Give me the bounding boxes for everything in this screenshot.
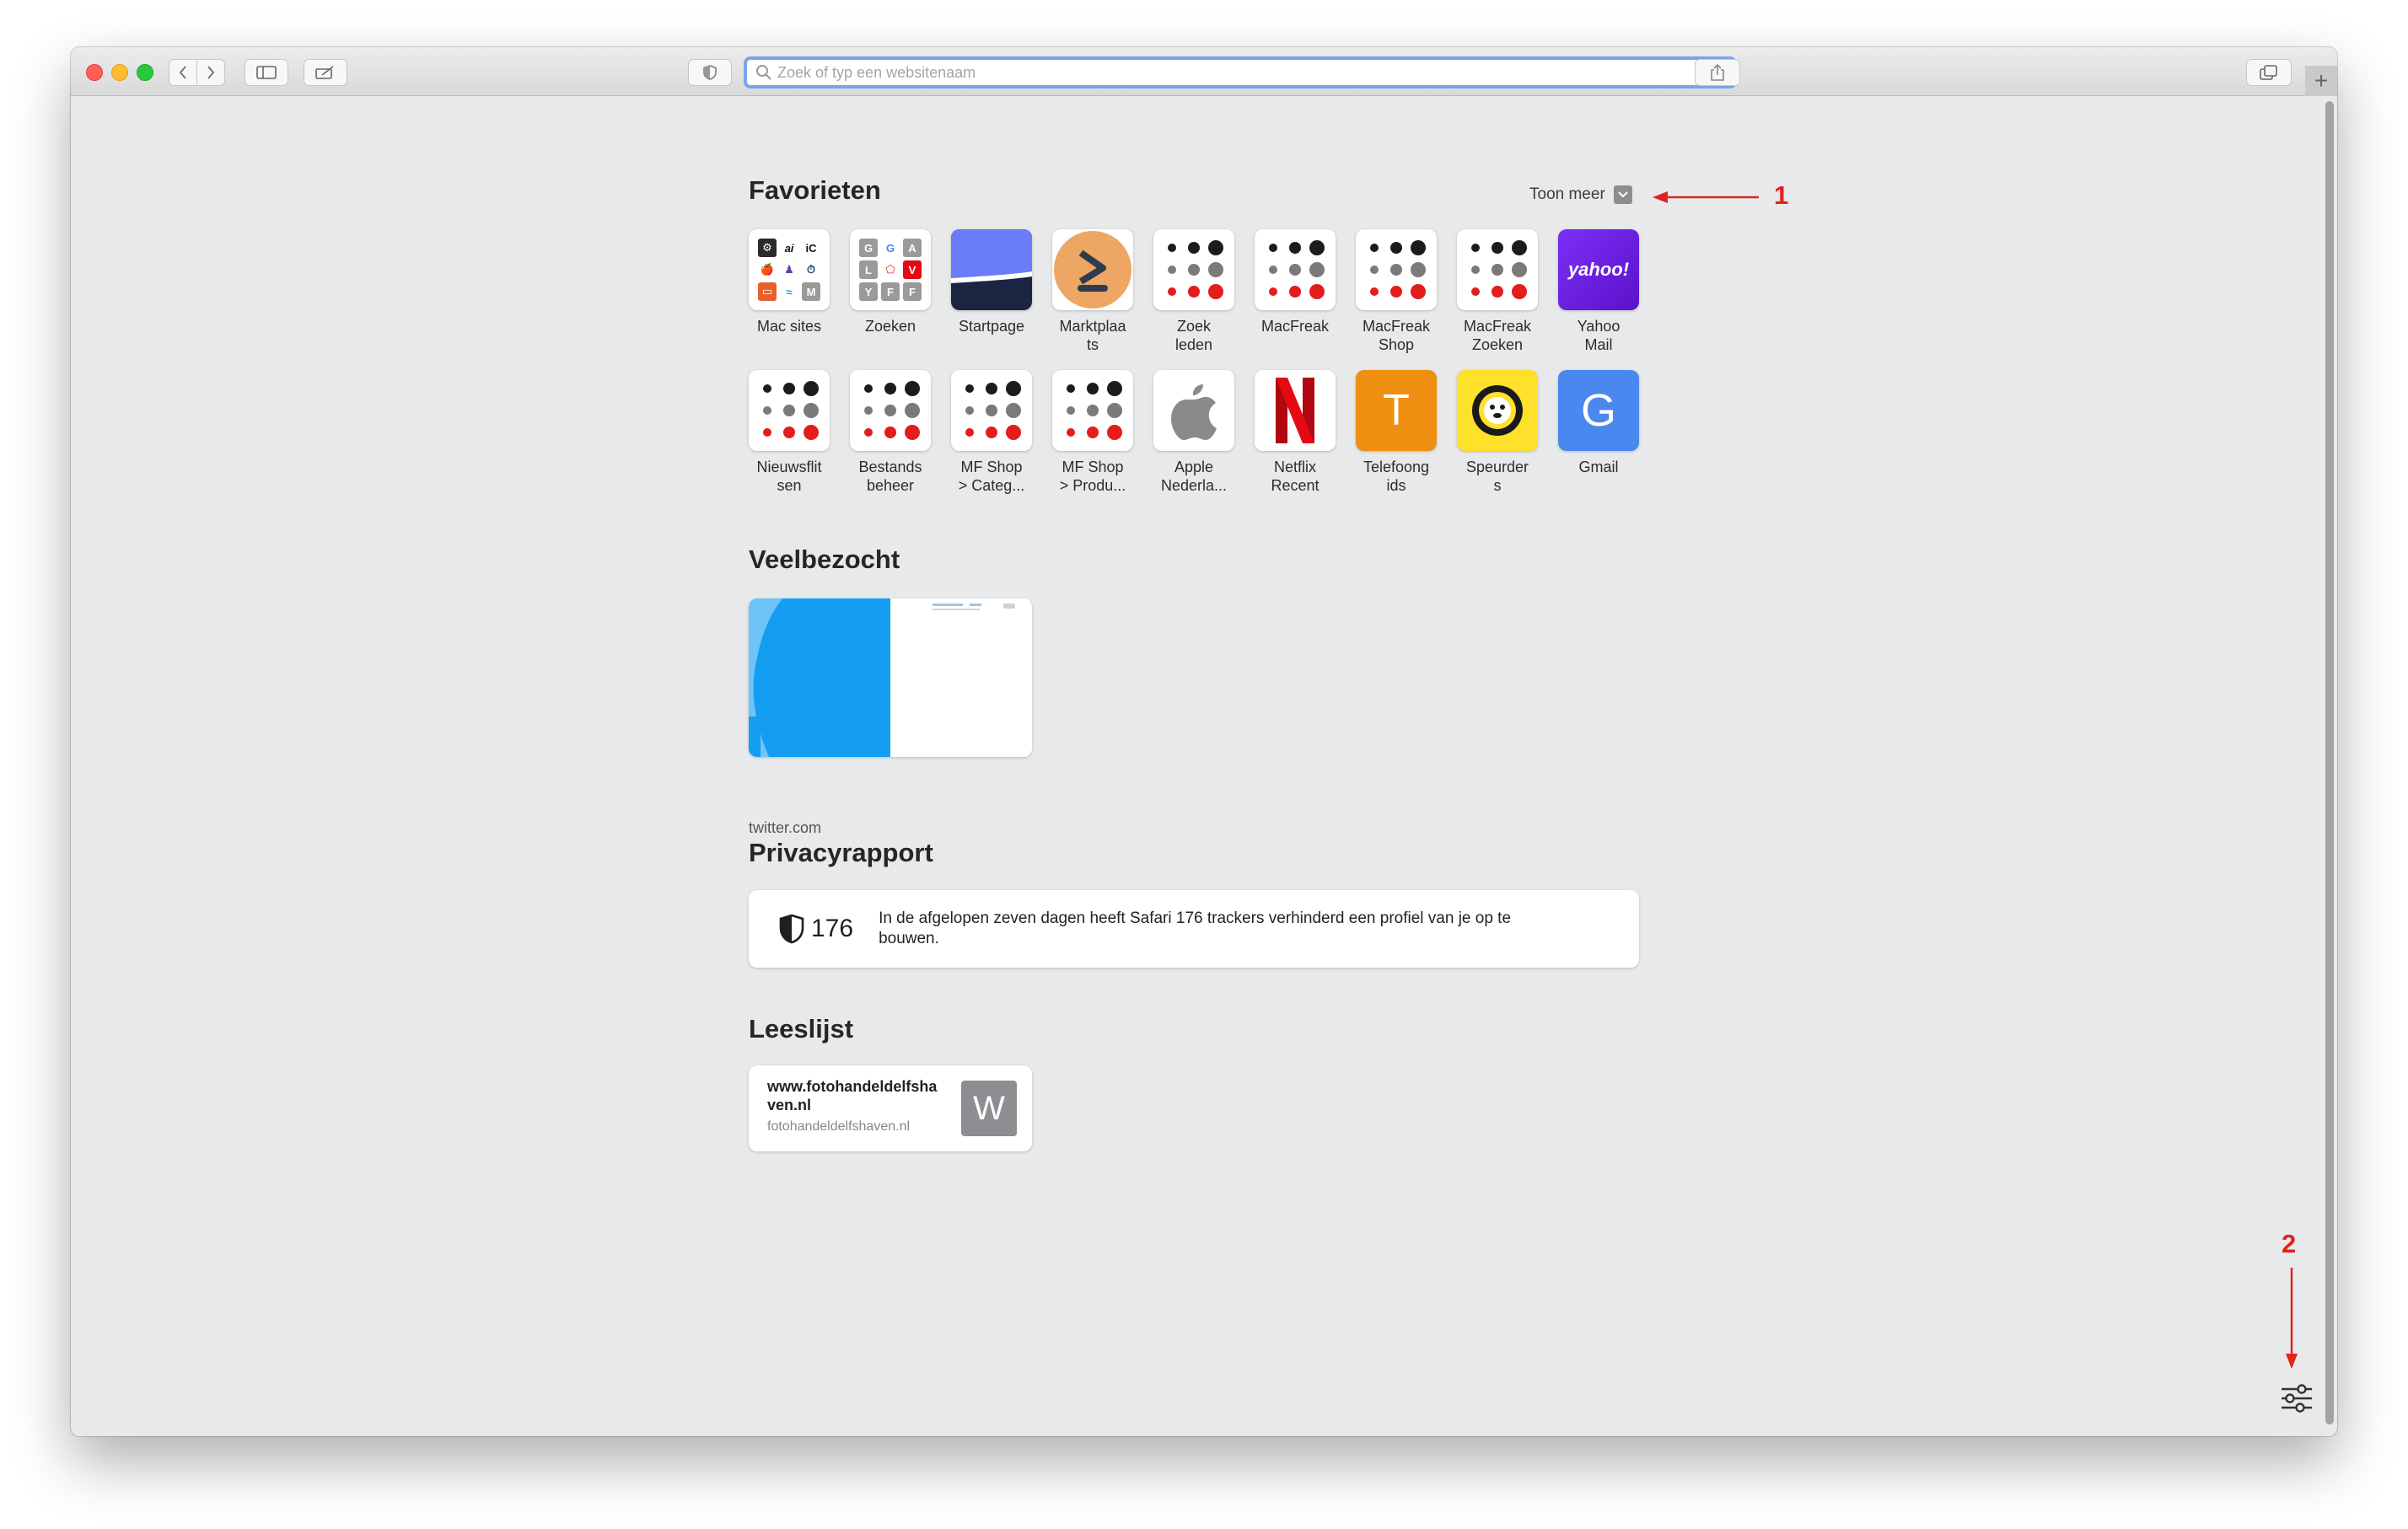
annotation-arrows — [1653, 191, 2298, 1369]
annotation-label-2: 2 — [2282, 1229, 2297, 1258]
safari-window: + Favorieten Toon meer ⚙ ai iC 🍎 ♟ ⏱ ▭ ≈… — [71, 47, 2337, 1436]
annotation-label-1: 1 — [1774, 180, 1789, 210]
